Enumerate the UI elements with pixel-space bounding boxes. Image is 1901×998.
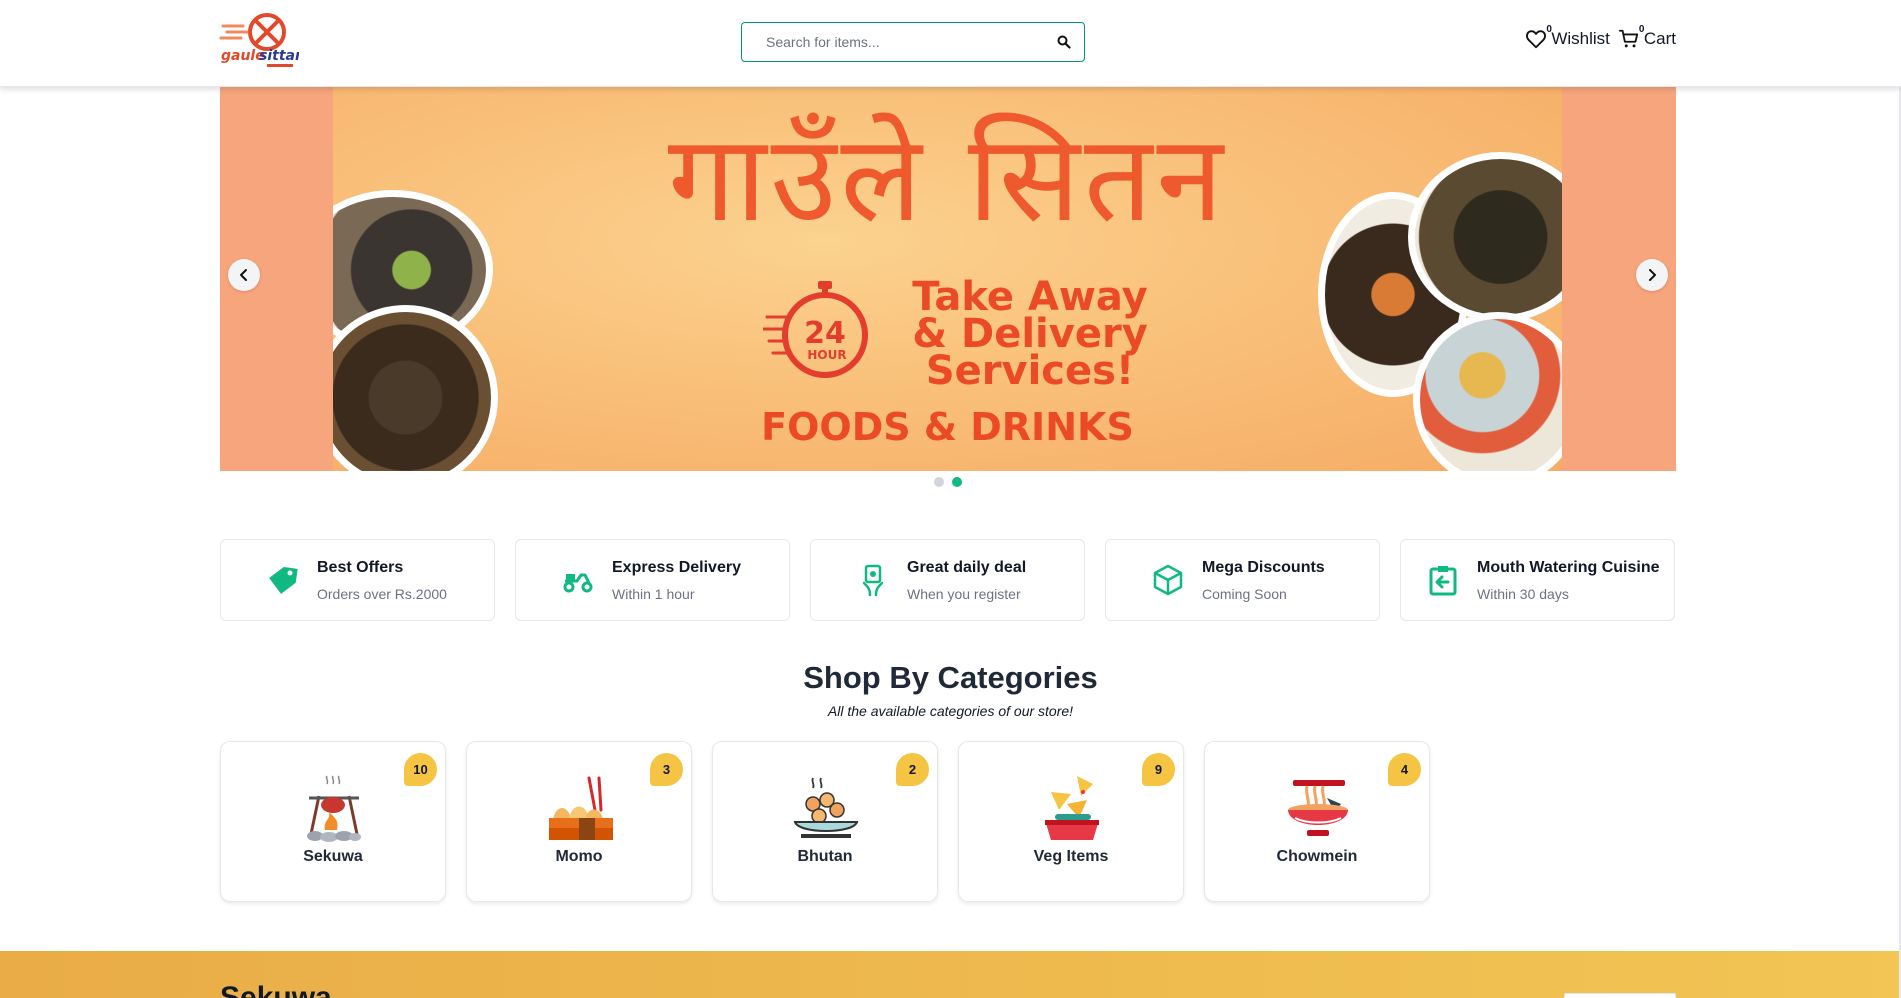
search-bar — [741, 22, 1085, 62]
slider-dot-2[interactable] — [952, 477, 962, 487]
chevron-right-icon — [1649, 269, 1656, 281]
banner-image: गाउँले सितन 24 HOUR Take Away & Delivery… — [333, 87, 1562, 471]
svg-text:sittan: sittan — [259, 48, 299, 64]
slider-dot-1[interactable] — [934, 477, 944, 487]
wishlist-link[interactable]: 0 Wishlist — [1525, 24, 1610, 50]
wishlist-count: 0 — [1546, 24, 1552, 35]
category-name: Chowmein — [1276, 848, 1358, 865]
cart-label: Cart — [1643, 29, 1676, 48]
site-header: gaule sittan 0 Wishlist 0 C — [0, 0, 1901, 87]
category-name: Veg Items — [1033, 848, 1109, 865]
search-input[interactable] — [742, 23, 1044, 61]
feature-cuisine: Mouth Watering Cuisine Within 30 days — [1400, 539, 1675, 621]
svg-text:24: 24 — [804, 316, 846, 351]
feature-best-offers: Best Offers Orders over Rs.2000 — [220, 539, 495, 621]
search-icon — [1057, 35, 1071, 49]
chevron-left-icon — [240, 269, 247, 281]
search-button[interactable] — [1044, 23, 1084, 61]
clock-icon: 24 HOUR — [761, 277, 873, 392]
banner-subtitle: Take Away & Delivery Services! — [880, 277, 1180, 394]
noodle-bowl-icon — [1283, 774, 1353, 844]
return-icon — [1423, 560, 1463, 600]
cart-icon — [1618, 29, 1639, 48]
feature-title: Mouth Watering Cuisine — [1477, 558, 1660, 576]
view-all-button[interactable] — [1564, 993, 1676, 998]
money-hand-icon — [853, 560, 893, 600]
slider-next-button[interactable] — [1636, 259, 1668, 291]
feature-strip: Best Offers Orders over Rs.2000 Express … — [220, 539, 1676, 621]
heart-icon — [1526, 30, 1547, 49]
box-icon — [1148, 560, 1188, 600]
feature-title: Mega Discounts — [1202, 558, 1325, 576]
feature-subtitle: Coming Soon — [1202, 585, 1287, 602]
category-count-badge: 9 — [1142, 753, 1175, 786]
category-name: Momo — [555, 848, 603, 865]
category-card-momo[interactable]: 3 Momo — [466, 741, 692, 902]
veg-nachos-icon — [1037, 774, 1107, 844]
site-logo[interactable]: gaule sittan — [219, 12, 305, 70]
hero-slider: गाउँले सितन 24 HOUR Take Away & Delivery… — [220, 87, 1676, 471]
feature-subtitle: Within 30 days — [1477, 585, 1569, 602]
cart-count: 0 — [1638, 24, 1645, 35]
category-count-badge: 2 — [896, 753, 929, 786]
section-title: Sekuwa — [220, 981, 332, 998]
feature-daily-deal: Great daily deal When you register — [810, 539, 1085, 621]
feature-subtitle: When you register — [907, 585, 1021, 602]
category-name: Sekuwa — [303, 848, 363, 865]
sekuwa-section: Sekuwa — [0, 951, 1901, 998]
feature-title: Best Offers — [317, 558, 404, 576]
feature-title: Great daily deal — [907, 558, 1027, 576]
category-list: 10 Sekuwa 3 Momo 2 Bhutan 9 Veg Items 4 … — [220, 741, 1430, 902]
categories-subheading: All the available categories of our stor… — [827, 703, 1074, 719]
category-card-bhutan[interactable]: 2 Bhutan — [712, 741, 938, 902]
category-name: Bhutan — [797, 848, 853, 865]
feature-subtitle: Orders over Rs.2000 — [317, 585, 447, 602]
header-actions: 0 Wishlist 0 Cart — [1525, 24, 1676, 50]
feature-title: Express Delivery — [612, 558, 741, 576]
feature-express-delivery: Express Delivery Within 1 hour — [515, 539, 790, 621]
category-card-veg-items[interactable]: 9 Veg Items — [958, 741, 1184, 902]
category-card-sekuwa[interactable]: 10 Sekuwa — [220, 741, 446, 902]
sekuwa-grill-icon — [299, 774, 369, 844]
category-card-chowmein[interactable]: 4 Chowmein — [1204, 741, 1430, 902]
wishlist-label: Wishlist — [1551, 29, 1610, 48]
feature-mega-discounts: Mega Discounts Coming Soon — [1105, 539, 1380, 621]
bhutan-dish-icon — [791, 774, 861, 844]
momo-icon — [545, 774, 615, 844]
slider-prev-button[interactable] — [228, 259, 260, 291]
banner-tagline: FOODS & DRINKS — [761, 405, 1134, 449]
svg-text:HOUR: HOUR — [807, 348, 846, 362]
feature-subtitle: Within 1 hour — [612, 585, 695, 602]
banner-subtitle-line: Services! — [925, 348, 1135, 394]
tag-icon — [263, 560, 303, 600]
category-count-badge: 3 — [650, 753, 683, 786]
categories-heading: Shop By Categories — [803, 660, 1098, 695]
cart-link[interactable]: 0 Cart — [1618, 24, 1676, 50]
category-count-badge: 4 — [1388, 753, 1421, 786]
slider-dots — [934, 477, 962, 487]
scooter-icon — [558, 560, 598, 600]
category-count-badge: 10 — [404, 753, 437, 786]
